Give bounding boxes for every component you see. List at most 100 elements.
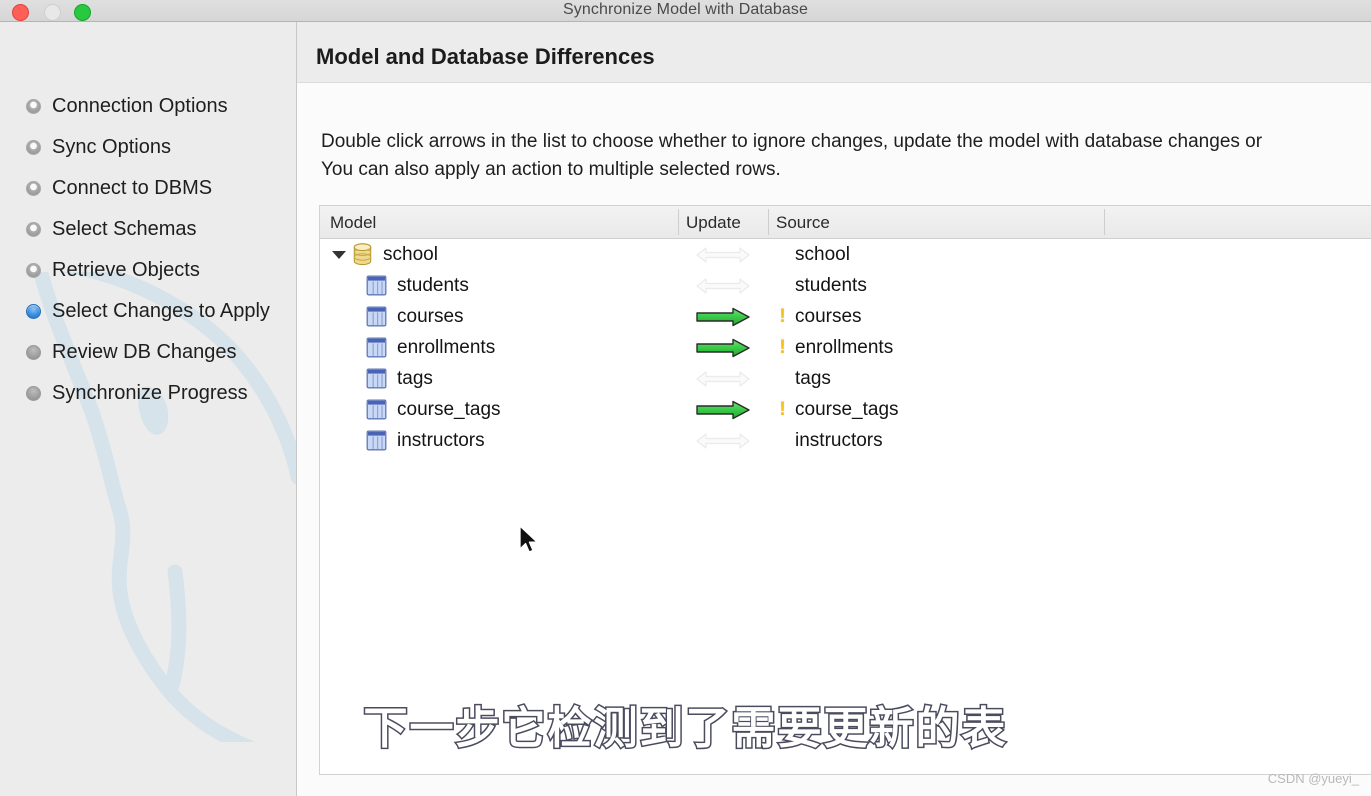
window-titlebar: Synchronize Model with Database (0, 0, 1371, 22)
cell-model: tags (320, 363, 433, 394)
node-label: instructors (397, 429, 485, 451)
step-status-icon (26, 99, 41, 114)
step-status-icon (26, 345, 41, 360)
sidebar-item-label: Connection Options (52, 95, 228, 117)
wizard-step-list: Connection Options Sync Options Connect … (0, 22, 296, 414)
cell-update-action[interactable] (680, 301, 766, 332)
cell-update-action[interactable] (680, 270, 766, 301)
cell-source: ! students (776, 270, 867, 301)
cell-model: courses (320, 301, 464, 332)
bidirectional-ignore-arrow-icon[interactable] (695, 245, 751, 265)
cell-model: school (320, 239, 438, 270)
table-row[interactable]: tags ! tags (320, 363, 1371, 394)
table-row[interactable]: courses ! courses (320, 301, 1371, 332)
source-label: enrollments (795, 336, 894, 358)
table-row[interactable]: students ! students (320, 270, 1371, 301)
sidebar-item-label: Sync Options (52, 136, 171, 158)
synchronize-model-window: Synchronize Model with Database Connecti… (0, 0, 1371, 796)
sidebar-item-label: Review DB Changes (52, 341, 237, 363)
sidebar-item-retrieve-objects[interactable]: Retrieve Objects (0, 250, 296, 291)
node-label: enrollments (397, 336, 496, 358)
bidirectional-ignore-arrow-icon[interactable] (695, 276, 751, 296)
update-right-arrow-icon[interactable] (695, 307, 751, 327)
table-row[interactable]: school ! school (320, 239, 1371, 270)
instructions-line-1: Double click arrows in the list to choos… (321, 131, 1263, 152)
cell-source: ! instructors (776, 425, 883, 456)
cell-model: students (320, 270, 469, 301)
cell-model: enrollments (320, 332, 495, 363)
csdn-watermark: CSDN @yueyi_ (1267, 771, 1359, 786)
cell-update-action[interactable] (680, 394, 766, 425)
cell-source: ! course_tags (776, 394, 899, 425)
sidebar-item-select-schemas[interactable]: Select Schemas (0, 209, 296, 250)
column-header-source[interactable]: Source (776, 213, 830, 233)
source-label: course_tags (795, 398, 899, 420)
cell-update-action[interactable] (680, 239, 766, 270)
cell-update-action[interactable] (680, 363, 766, 394)
sidebar-item-select-changes-to-apply[interactable]: Select Changes to Apply (0, 291, 296, 332)
content-card: Double click arrows in the list to choos… (297, 82, 1371, 796)
table-row[interactable]: instructors ! instructors (320, 425, 1371, 456)
node-label: school (383, 243, 438, 265)
sidebar-item-synchronize-progress[interactable]: Synchronize Progress (0, 373, 296, 414)
instructions-text: Double click arrows in the list to choos… (321, 128, 1371, 184)
source-label: tags (795, 367, 831, 389)
source-label: instructors (795, 429, 883, 451)
source-label: students (795, 274, 867, 296)
sidebar-item-sync-options[interactable]: Sync Options (0, 127, 296, 168)
sidebar-item-review-db-changes[interactable]: Review DB Changes (0, 332, 296, 373)
cell-update-action[interactable] (680, 332, 766, 363)
wizard-sidebar: Connection Options Sync Options Connect … (0, 22, 297, 796)
column-header-model[interactable]: Model (330, 213, 376, 233)
node-label: students (397, 274, 469, 296)
warning-icon: ! (779, 336, 786, 358)
cell-source: ! courses (776, 301, 862, 332)
differences-tree-table[interactable]: Model Update Source school school studen… (319, 205, 1371, 775)
cell-model: course_tags (320, 394, 501, 425)
column-divider[interactable] (678, 209, 679, 235)
table-row[interactable]: enrollments ! enrollments (320, 332, 1371, 363)
node-label: tags (397, 367, 433, 389)
bidirectional-ignore-arrow-icon[interactable] (695, 431, 751, 451)
cell-update-action[interactable] (680, 425, 766, 456)
page-title: Model and Database Differences (316, 44, 655, 69)
sidebar-item-label: Select Changes to Apply (52, 300, 270, 322)
source-label: courses (795, 305, 862, 327)
table-row[interactable]: course_tags ! course_tags (320, 394, 1371, 425)
table-icon (366, 275, 387, 296)
window-title: Synchronize Model with Database (562, 1, 808, 18)
source-label: school (795, 243, 850, 265)
update-right-arrow-icon[interactable] (695, 338, 751, 358)
column-header-update[interactable]: Update (686, 213, 741, 233)
warning-icon: ! (779, 305, 786, 327)
cell-source: ! enrollments (776, 332, 893, 363)
warning-icon: ! (779, 398, 786, 420)
step-status-icon (26, 386, 41, 401)
node-label: course_tags (397, 398, 501, 420)
step-status-icon (26, 181, 41, 196)
cell-source: ! school (776, 239, 850, 270)
table-icon (366, 306, 387, 327)
step-status-icon (26, 304, 41, 319)
main-panel: Model and Database Differences Double cl… (297, 22, 1371, 796)
sidebar-item-connect-to-dbms[interactable]: Connect to DBMS (0, 168, 296, 209)
instructions-line-2: You can also apply an action to multiple… (321, 159, 781, 180)
table-body: school ! school (320, 239, 1371, 456)
step-status-icon (26, 263, 41, 278)
column-divider[interactable] (768, 209, 769, 235)
node-label: courses (397, 305, 464, 327)
table-header-row: Model Update Source (320, 206, 1371, 239)
table-icon (366, 399, 387, 420)
chevron-down-icon[interactable] (332, 250, 346, 259)
sidebar-item-label: Connect to DBMS (52, 177, 213, 199)
column-divider[interactable] (1104, 209, 1105, 235)
bidirectional-ignore-arrow-icon[interactable] (695, 369, 751, 389)
update-right-arrow-icon[interactable] (695, 400, 751, 420)
step-status-icon (26, 222, 41, 237)
sidebar-item-label: Select Schemas (52, 218, 197, 240)
sidebar-item-connection-options[interactable]: Connection Options (0, 86, 296, 127)
sidebar-item-label: Retrieve Objects (52, 259, 200, 281)
sidebar-item-label: Synchronize Progress (52, 382, 248, 404)
table-icon (366, 430, 387, 451)
database-icon (353, 243, 372, 266)
